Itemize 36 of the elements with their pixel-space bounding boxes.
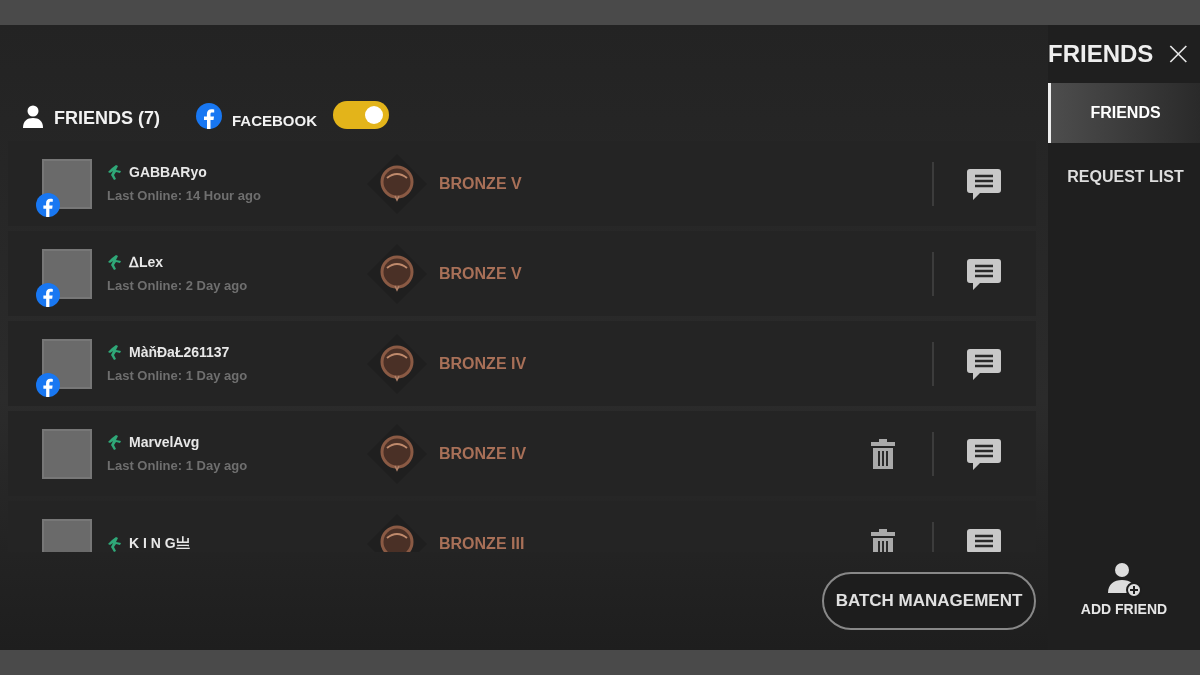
friend-name: MàňĐaŁ261137 (129, 344, 230, 360)
trash-icon[interactable] (870, 438, 896, 469)
facebook-label: FACEBOOK (232, 112, 318, 129)
rank-label: BRONZE IV (439, 354, 527, 373)
rank-label: BRONZE III (439, 534, 525, 552)
add-friend-button[interactable]: ADD FRIEND (1074, 560, 1174, 618)
online-status-icon (107, 164, 123, 180)
friend-name: MarvelAvg (129, 434, 200, 450)
add-person-icon (1105, 561, 1143, 599)
online-status-icon (107, 254, 123, 270)
last-online-text: Last Online: 2 Day ago (107, 278, 249, 293)
friend-name: GABBARyo (129, 164, 207, 180)
avatar-placeholder (42, 338, 92, 389)
last-online-text: Last Online: 14 Hour ago (107, 188, 262, 203)
rank-label: BRONZE V (439, 174, 522, 193)
facebook-icon (196, 103, 222, 129)
sidebar-tab[interactable]: REQUEST LIST (1048, 147, 1200, 207)
sidebar-tab[interactable]: FRIENDS (1048, 83, 1200, 143)
trash-icon[interactable] (870, 528, 896, 552)
online-status-icon (107, 434, 123, 450)
batch-management-button[interactable]: BATCH MANAGEMENT (822, 572, 1036, 630)
rank-label: BRONZE IV (439, 444, 527, 463)
online-status-icon (107, 344, 123, 360)
friends-count-label: FRIENDS (7) (54, 108, 160, 129)
rank-label: BRONZE V (439, 264, 522, 283)
last-online-text: Last Online: 1 Day ago (107, 458, 249, 473)
last-online-text: Last Online: 1 Day ago (107, 368, 249, 383)
friend-name: ᐃLex (129, 254, 164, 270)
friend-name: K I N G亗 (129, 534, 190, 552)
online-status-icon (107, 535, 123, 552)
avatar-placeholder (42, 158, 92, 209)
person-icon (22, 105, 44, 129)
panel-title: FRIENDS (1048, 40, 1154, 68)
avatar-placeholder (42, 248, 92, 299)
avatar-placeholder (42, 428, 92, 479)
facebook-toggle[interactable] (333, 101, 390, 129)
